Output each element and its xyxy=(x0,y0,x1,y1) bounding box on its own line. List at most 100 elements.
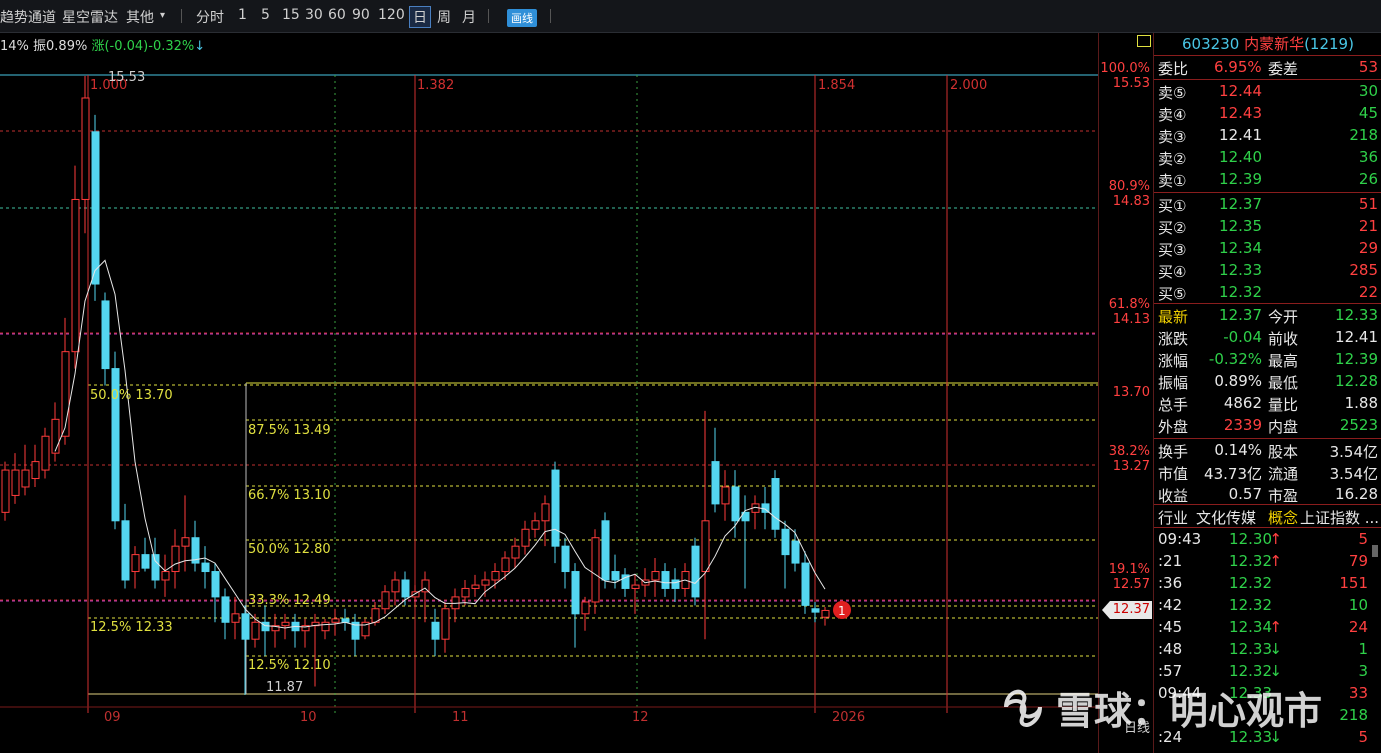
ask-row[interactable]: 卖④ 12.43 45 xyxy=(1154,102,1381,124)
period-120min[interactable]: 120 xyxy=(378,7,405,23)
candle-body xyxy=(431,621,440,640)
bid-volume: 29 xyxy=(1358,239,1378,257)
ask-row[interactable]: 卖② 12.40 36 xyxy=(1154,146,1381,168)
period-intraday[interactable]: 分时 xyxy=(196,7,224,27)
stat-value: -0.04 xyxy=(1223,328,1262,346)
bid-row[interactable]: 买④ 12.33 285 xyxy=(1154,259,1381,281)
candle-body xyxy=(241,613,250,640)
fib-retracement-label: 12.5% 12.10 xyxy=(248,658,331,673)
alert-marker-label: 1 xyxy=(838,604,846,618)
tick-volume: 24 xyxy=(1348,618,1368,636)
candle-body xyxy=(611,571,620,581)
industry-value[interactable]: 文化传媒 xyxy=(1196,507,1256,528)
candle-body xyxy=(561,545,570,573)
period-30min[interactable]: 30 xyxy=(305,7,323,23)
tick-time: 09:43 xyxy=(1158,530,1202,548)
separator xyxy=(550,9,551,23)
candle-body xyxy=(631,584,640,589)
tick-row: :36 12.32 151 xyxy=(1154,572,1381,594)
tick-volume: 218 xyxy=(1339,706,1368,724)
candle-body xyxy=(521,528,530,547)
candle-body xyxy=(71,198,80,353)
candle-body xyxy=(31,461,40,480)
ask-row[interactable]: 卖③ 12.41 218 xyxy=(1154,124,1381,146)
fundamental-value: 43.73亿 xyxy=(1204,465,1262,483)
watermark-text: 雪球：明心观市 xyxy=(1056,689,1323,733)
ask-row[interactable]: 卖① 12.39 26 xyxy=(1154,168,1381,190)
tick-price: 12.32 xyxy=(1229,662,1272,680)
tick-arrow-icon: ↑ xyxy=(1269,552,1282,570)
stat-row: 最新 12.37 今开 12.33 xyxy=(1154,304,1381,326)
candle-body xyxy=(481,579,490,586)
bid-volume: 22 xyxy=(1358,283,1378,301)
candle-body xyxy=(531,520,540,530)
period-month[interactable]: 月 xyxy=(462,7,476,27)
candle-body xyxy=(651,571,660,581)
tick-price: 12.32 xyxy=(1229,574,1272,592)
candle-body xyxy=(791,540,800,564)
kline-chart[interactable]: 11.000 1.382 1.854 2.00015.5311.8750.0% 13.… xyxy=(0,33,1098,753)
candle-body xyxy=(41,435,50,471)
stat-label: 量比 xyxy=(1268,396,1299,414)
toolbar-item-radar[interactable]: 星空雷达 xyxy=(62,7,118,27)
period-5min[interactable]: 5 xyxy=(261,7,270,23)
ask-volume: 30 xyxy=(1358,82,1378,100)
tick-arrow-icon: ↑ xyxy=(1269,618,1282,636)
candle-body xyxy=(171,545,180,573)
candle-body xyxy=(601,520,610,581)
bid-row[interactable]: 买⑤ 12.32 22 xyxy=(1154,281,1381,303)
period-15min[interactable]: 15 xyxy=(282,7,300,23)
tick-arrow-icon: ↓ xyxy=(1269,640,1282,658)
candle-body xyxy=(401,579,410,598)
scale-price-high: 15.53 xyxy=(1112,76,1150,91)
tick-arrow-icon: ↓ xyxy=(1269,662,1282,680)
candle-body xyxy=(701,520,710,573)
stat-label: 总手 xyxy=(1158,396,1189,414)
bid-volume: 51 xyxy=(1358,195,1378,213)
fundamental-value: 16.28 xyxy=(1335,485,1378,503)
tick-volume: 151 xyxy=(1339,574,1368,592)
xueqiu-logo-icon xyxy=(1004,689,1042,727)
ask-row[interactable]: 卖⑤ 12.44 30 xyxy=(1154,80,1381,102)
candle-body xyxy=(91,131,100,285)
scale-price-1483: 14.83 xyxy=(1112,194,1150,209)
draw-line-button[interactable]: 画线 xyxy=(507,9,537,27)
period-60min[interactable]: 60 xyxy=(328,7,346,23)
stat-label: 最高 xyxy=(1268,352,1299,370)
period-1min[interactable]: 1 xyxy=(238,7,247,23)
tick-row: :45 12.34 ↑ 24 xyxy=(1154,616,1381,638)
bid-label: 买① xyxy=(1158,197,1187,215)
toolbar: 趋势通道 星空雷达 其他 ▾ 分时 1 5 15 30 60 90 120 日 … xyxy=(0,0,1381,33)
fib-time-label: 1.854 xyxy=(818,78,855,93)
settings-square-icon[interactable] xyxy=(1137,35,1151,47)
candle-body xyxy=(461,587,470,598)
bid-row[interactable]: 买① 12.37 51 xyxy=(1154,193,1381,215)
ask-volume: 218 xyxy=(1349,126,1378,144)
toolbar-item-other[interactable]: 其他 xyxy=(126,7,154,27)
stat-label: 涨幅 xyxy=(1158,352,1189,370)
scrollbar[interactable] xyxy=(1372,545,1378,557)
x-axis-label: 2026 xyxy=(832,710,865,725)
stat-label: 最低 xyxy=(1268,374,1299,392)
candle-body xyxy=(51,418,60,454)
stat-value: 12.37 xyxy=(1219,306,1262,324)
period-day[interactable]: 日 xyxy=(409,6,431,28)
period-week[interactable]: 周 xyxy=(437,7,451,27)
stat-value: 4862 xyxy=(1223,394,1262,412)
bid-row[interactable]: 买③ 12.34 29 xyxy=(1154,237,1381,259)
toolbar-item-trend-channel[interactable]: 趋势通道 xyxy=(0,7,56,27)
stat-value: 1.88 xyxy=(1344,394,1378,412)
chevron-down-icon[interactable]: ▾ xyxy=(160,10,165,21)
ask-price: 12.39 xyxy=(1219,170,1262,188)
bid-price: 12.35 xyxy=(1219,217,1262,235)
bid-row[interactable]: 买② 12.35 21 xyxy=(1154,215,1381,237)
ask-label: 卖② xyxy=(1158,150,1187,168)
concept-value[interactable]: 上证指数 ... xyxy=(1300,507,1379,528)
candle-body xyxy=(231,613,240,623)
bid-label: 买⑤ xyxy=(1158,285,1187,303)
candle-body xyxy=(11,469,20,496)
tick-time: :48 xyxy=(1158,640,1183,658)
tick-arrow-icon: ↑ xyxy=(1269,530,1282,548)
fib-retracement-label: 50.0% 13.70 xyxy=(90,388,173,403)
period-90min[interactable]: 90 xyxy=(352,7,370,23)
